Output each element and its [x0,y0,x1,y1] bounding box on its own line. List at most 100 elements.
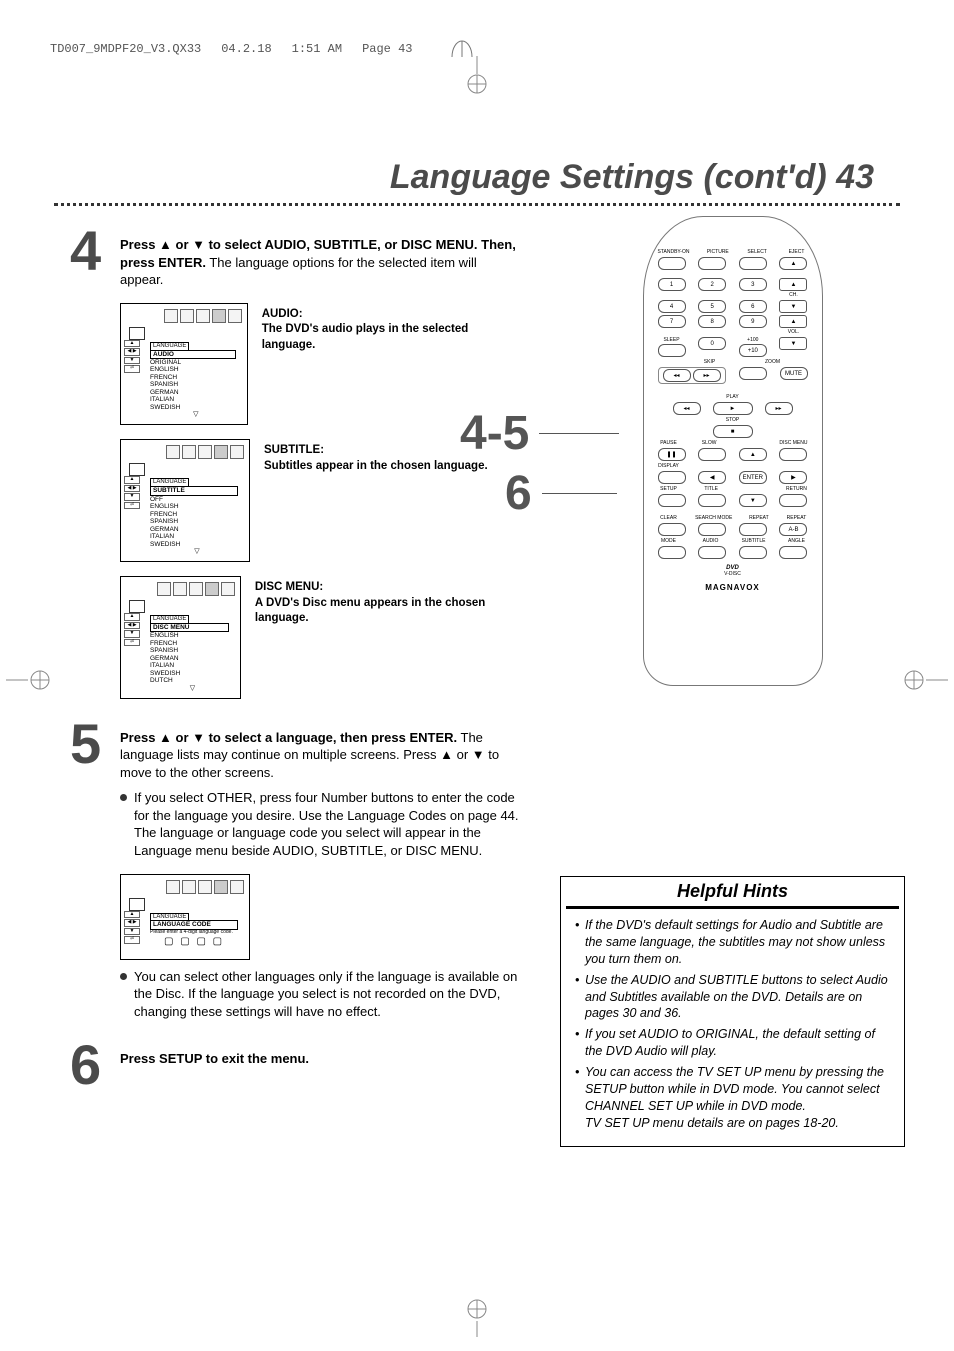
opt: FRENCH [150,511,238,518]
zoom-button[interactable] [739,367,767,380]
nav-down[interactable]: ▼ [739,494,767,507]
step5-bullet1: If you select OTHER, press four Number b… [120,789,520,859]
remote-label: VOL. [782,329,804,335]
discmenu-diagram: ▲◀ ▶▼⏎ LANGUAGE DISC MENU ENGLISH FRENCH… [120,576,241,699]
callout-6: 6 [505,466,617,521]
stop-button[interactable]: ■ [713,425,753,438]
step-4: 4 Press ▲ or ▼ to select AUDIO, SUBTITLE… [120,236,520,699]
page-title: Language Settings (cont'd) 43 [50,158,874,197]
title-button[interactable] [698,494,726,507]
sleep-button[interactable] [658,344,686,357]
audio-t: The DVD's audio plays in the selected la… [262,322,520,353]
brand-logo: MAGNAVOX [658,583,808,592]
play-button[interactable]: ► [713,402,753,415]
num-1[interactable]: 1 [658,278,686,291]
step-6: 6 Press SETUP to exit the menu. [120,1050,520,1068]
setup-button[interactable] [658,494,686,507]
repeat-ab-button[interactable]: A-B [779,523,807,536]
discmenu-button[interactable] [779,448,807,461]
lang-tab: LANGUAGE [150,342,189,350]
ff-button[interactable]: ▸▸ [765,402,793,415]
eject-button[interactable]: ▲ [779,257,807,270]
num-8[interactable]: 8 [698,315,726,328]
opt: ITALIAN [150,533,238,540]
skip-fwd[interactable]: ▸▸ [693,369,721,382]
remote-label: REPEAT [785,515,807,521]
remote-label: SEARCH MODE [695,515,732,521]
hints-title: Helpful Hints [561,881,904,902]
remote-label: SKIP [658,359,762,365]
nav-right[interactable]: ▶ [779,471,807,484]
subtitle-h: SUBTITLE: [264,443,488,459]
enter-button[interactable]: ENTER [739,471,767,484]
clear-button[interactable] [658,523,686,536]
num-9[interactable]: 9 [739,315,767,328]
nav-up[interactable]: ▲ [739,448,767,461]
remote-label: REPEAT [748,515,770,521]
remote-label: SLEEP [661,337,683,343]
num-3[interactable]: 3 [739,278,767,291]
opt: ENGLISH [150,366,236,373]
remote-label: PLAY [722,394,744,400]
vol-down[interactable]: ▼ [779,337,807,350]
step-number: 5 [70,711,101,776]
langcode-boxes: ▢ ▢ ▢ ▢ [164,936,244,948]
crop-mark-icon [457,1297,497,1337]
mode-button[interactable] [658,546,686,559]
ch-down[interactable]: ▼ [779,300,807,313]
remote-label: CLEAR [658,515,680,521]
print-date: 04.2.18 [221,42,271,56]
subtitle-button[interactable] [739,546,767,559]
remote-label: +100 [742,337,764,343]
num-2[interactable]: 2 [698,278,726,291]
angle-button[interactable] [779,546,807,559]
searchmode-button[interactable] [698,523,726,536]
step-5: 5 Press ▲ or ▼ to select a language, the… [120,729,520,1020]
repeat-button[interactable] [739,523,767,536]
audio-diagram: ▲◀ ▶▼⏎ LANGUAGE AUDIO ORIGINAL ENGLISH F… [120,303,248,426]
subtitle-sel: SUBTITLE [150,486,238,495]
step5-lead-bold: Press ▲ or ▼ to select a language, then … [120,730,457,745]
remote-label: STOP [722,417,744,423]
return-button[interactable] [779,494,807,507]
step6-text: Press SETUP to exit the menu. [120,1050,520,1068]
remote-label: RETURN [785,486,807,492]
standby-button[interactable] [658,257,686,270]
ch-up[interactable]: ▲ [779,278,807,291]
discmenu-h: DISC MENU: [255,580,520,596]
remote-label: EJECT [785,249,807,255]
helpful-hints-box: Helpful Hints If the DVD's default setti… [560,876,905,1147]
skip-back[interactable]: ◂◂ [663,369,691,382]
display-button[interactable] [658,471,686,484]
rev-button[interactable]: ◂◂ [673,402,701,415]
nav-left[interactable]: ◀ [698,471,726,484]
vol-up[interactable]: ▲ [779,315,807,328]
remote-label: DISPLAY [658,463,680,469]
hint-item: If the DVD's default settings for Audio … [575,917,894,968]
num-4[interactable]: 4 [658,300,686,313]
remote-label: DISC MENU [779,440,807,446]
plus10-button[interactable]: +10 [739,344,767,357]
remote-label: SLOW [698,440,720,446]
audio-button[interactable] [698,546,726,559]
num-7[interactable]: 7 [658,315,686,328]
num-6[interactable]: 6 [739,300,767,313]
audio-sel: AUDIO [150,350,236,359]
step-number: 4 [70,218,101,283]
mute-button[interactable]: MUTE [780,367,808,380]
select-button[interactable] [739,257,767,270]
pause-button[interactable]: ❚❚ [658,448,686,461]
remote-label: ANGLE [786,538,808,544]
discmenu-sel: DISC MENU [150,623,229,632]
num-5[interactable]: 5 [698,300,726,313]
remote-label: SUBTITLE [742,538,766,544]
opt: GERMAN [150,389,236,396]
print-pagelabel: Page 43 [362,42,412,56]
hint-item: Use the AUDIO and SUBTITLE buttons to se… [575,972,894,1023]
slow-button[interactable] [698,448,726,461]
picture-button[interactable] [698,257,726,270]
num-0[interactable]: 0 [698,337,726,350]
lang-tab: LANGUAGE [150,615,189,623]
print-file: TD007_9MDPF20_V3.QX33 [50,42,201,56]
opt: SPANISH [150,381,236,388]
